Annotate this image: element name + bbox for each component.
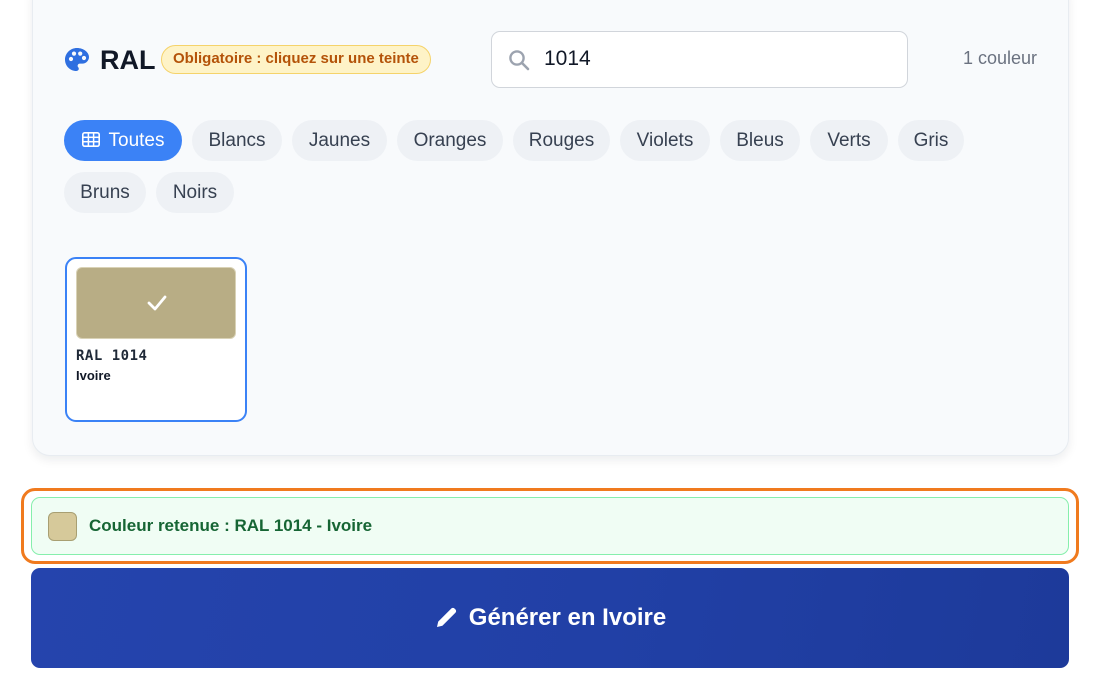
search-input[interactable] <box>544 40 884 78</box>
filter-chip-bruns[interactable]: Bruns <box>64 172 146 213</box>
color-swatch <box>76 267 236 339</box>
grid-icon <box>81 132 100 147</box>
filter-chip-noirs[interactable]: Noirs <box>156 172 234 213</box>
filter-chip-toutes[interactable]: Toutes <box>64 120 182 161</box>
search-icon <box>509 50 530 71</box>
result-count: 1 couleur <box>962 48 1037 68</box>
selected-color-label: Couleur retenue : RAL 1014 - Ivoire <box>89 516 373 535</box>
search-field[interactable] <box>491 31 908 88</box>
check-icon <box>147 295 167 311</box>
filter-chip-jaunes[interactable]: Jaunes <box>292 120 387 161</box>
filter-chip-oranges[interactable]: Oranges <box>397 120 503 161</box>
selected-color-swatch <box>48 512 77 541</box>
color-name: Ivoire <box>76 368 111 383</box>
pencil-icon <box>436 607 456 627</box>
generate-button[interactable]: Générer en Ivoire <box>31 568 1069 668</box>
color-code: RAL 1014 <box>76 348 148 364</box>
generate-button-label: Générer en Ivoire <box>468 604 667 631</box>
filter-chip-violets[interactable]: Violets <box>620 120 710 161</box>
filter-chip-gris[interactable]: Gris <box>898 120 964 161</box>
color-card-ral-1014[interactable]: RAL 1014 Ivoire <box>65 257 247 422</box>
filter-chip-label: Toutes <box>108 130 165 151</box>
filter-chip-rouges[interactable]: Rouges <box>513 120 610 161</box>
section-title: RAL <box>100 45 156 75</box>
filter-chip-verts[interactable]: Verts <box>810 120 888 161</box>
filter-chip-bleus[interactable]: Bleus <box>720 120 800 161</box>
filter-chip-blancs[interactable]: Blancs <box>192 120 282 161</box>
palette-icon <box>65 48 89 71</box>
selected-color-bar: Couleur retenue : RAL 1014 - Ivoire <box>31 497 1069 555</box>
required-badge: Obligatoire : cliquez sur une teinte <box>161 45 431 74</box>
